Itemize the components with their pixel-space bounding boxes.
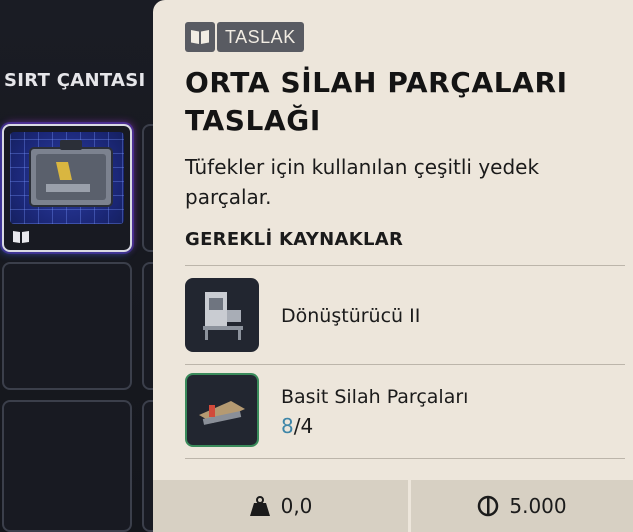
- requirement-name: Dönüştürücü II: [281, 305, 421, 327]
- blueprint-thumbnail: [10, 132, 124, 224]
- inventory-slot-selected[interactable]: [2, 124, 132, 252]
- blueprint-tag: TASLAK: [185, 22, 304, 52]
- book-icon: [13, 231, 29, 243]
- item-footer: 0,0 5.000: [153, 480, 633, 532]
- inventory-panel: SIRT ÇANTASI: [0, 0, 172, 532]
- price-value: 5.000: [509, 494, 567, 518]
- requirement-name: Basit Silah Parçaları: [281, 386, 469, 408]
- inventory-slot[interactable]: [2, 262, 132, 390]
- item-description: Tüfekler için kullanılan çeşitli yedek p…: [185, 155, 540, 209]
- weapon-parts-icon: [185, 373, 259, 447]
- workbench-icon: [185, 278, 259, 352]
- inventory-label: SIRT ÇANTASI: [4, 70, 146, 91]
- requirement-count: 8/4: [281, 414, 313, 438]
- item-detail-panel: TASLAK ORTA SİLAH PARÇALARI TASLAĞI Tüfe…: [153, 0, 633, 532]
- divider: [185, 458, 625, 459]
- weight-icon: [249, 496, 270, 516]
- price-cell: 5.000: [411, 480, 633, 532]
- divider: [185, 265, 625, 266]
- weight-value: 0,0: [280, 494, 313, 518]
- need-count: 4: [300, 414, 314, 438]
- coin-icon: [478, 495, 499, 517]
- have-count: 8: [281, 414, 294, 438]
- case-icon: [29, 140, 113, 207]
- divider: [185, 364, 625, 365]
- requirements-heading: GEREKLİ KAYNAKLAR: [185, 229, 404, 250]
- tag-label: TASLAK: [217, 22, 304, 52]
- weight-cell: 0,0: [153, 480, 408, 532]
- book-icon: [185, 22, 215, 52]
- inventory-slot[interactable]: [2, 400, 132, 532]
- item-title: ORTA SİLAH PARÇALARI TASLAĞI: [185, 66, 568, 137]
